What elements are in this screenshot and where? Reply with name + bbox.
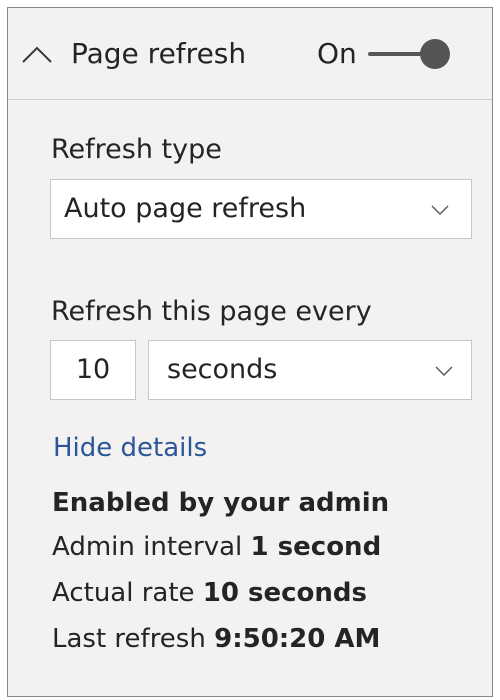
refresh-unit-value: seconds <box>167 354 278 385</box>
toggle-state-label: On <box>317 37 357 70</box>
refresh-interval-input[interactable]: 10 <box>50 340 136 400</box>
refresh-type-value: Auto page refresh <box>64 193 307 224</box>
last-refresh-row: Last refresh 9:50:20 AM <box>52 622 380 656</box>
chevron-up-icon[interactable] <box>21 44 53 64</box>
refresh-type-label: Refresh type <box>51 134 222 165</box>
chevron-down-icon <box>435 366 453 376</box>
admin-interval-value: 1 second <box>250 532 382 562</box>
admin-interval-label: Admin interval <box>52 532 243 562</box>
section-title: Page refresh <box>71 37 247 70</box>
actual-rate-value: 10 seconds <box>202 578 368 608</box>
last-refresh-value: 9:50:20 AM <box>214 624 381 654</box>
refresh-type-dropdown[interactable]: Auto page refresh <box>50 179 472 239</box>
refresh-interval-label: Refresh this page every <box>51 296 372 327</box>
page-refresh-header[interactable]: Page refresh On <box>8 8 492 100</box>
actual-rate-label: Actual rate <box>52 578 195 608</box>
hide-details-link[interactable]: Hide details <box>53 431 207 465</box>
actual-rate-row: Actual rate 10 seconds <box>52 576 367 610</box>
page-refresh-panel: Page refresh On Refresh type Auto page r… <box>7 7 493 697</box>
last-refresh-label: Last refresh <box>52 624 206 654</box>
admin-interval-row: Admin interval 1 second <box>52 530 381 564</box>
chevron-down-icon <box>431 205 449 215</box>
refresh-unit-dropdown[interactable]: seconds <box>148 340 472 400</box>
toggle-knob <box>420 39 450 69</box>
page-refresh-toggle[interactable] <box>364 39 450 69</box>
details-heading: Enabled by your admin <box>52 488 390 518</box>
